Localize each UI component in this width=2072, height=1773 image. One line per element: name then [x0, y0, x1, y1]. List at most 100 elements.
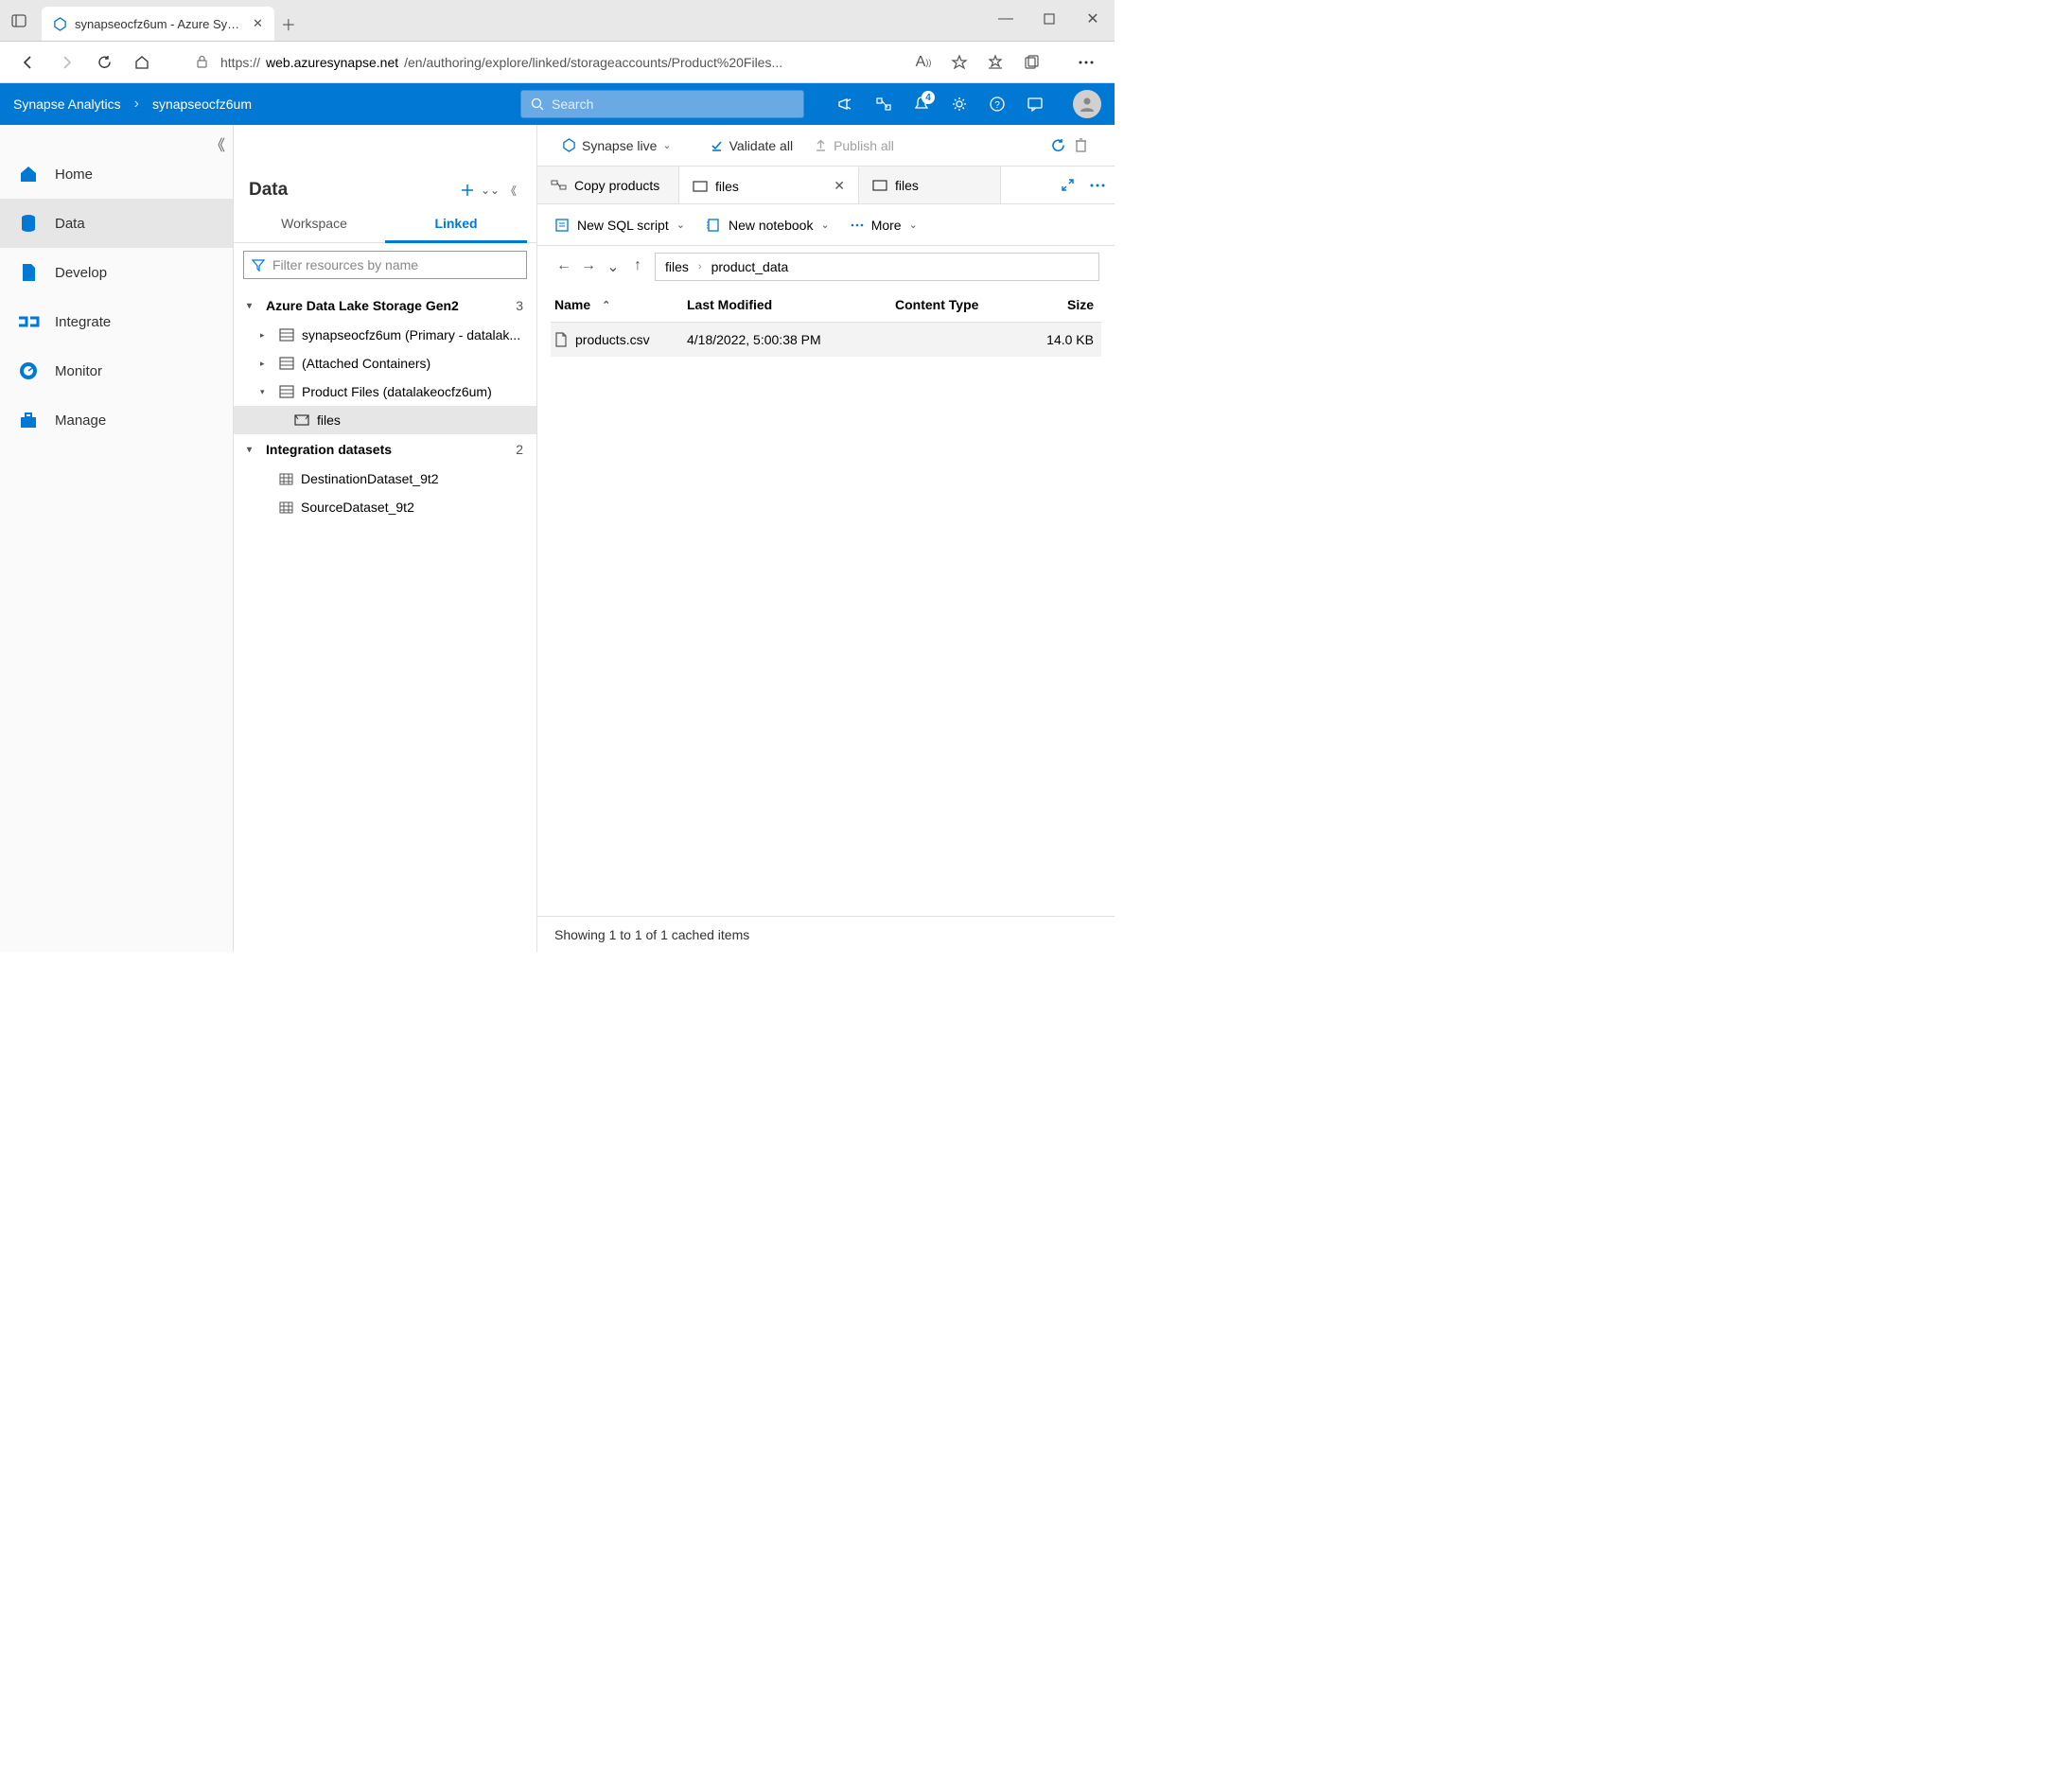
- search-field[interactable]: [552, 97, 794, 112]
- tree-node-files[interactable]: files: [234, 406, 536, 434]
- site-info-icon[interactable]: [195, 55, 209, 69]
- address-url[interactable]: https://web.azuresynapse.net/en/authorin…: [213, 55, 903, 70]
- nav-item-develop[interactable]: Develop: [0, 248, 233, 297]
- col-header-modified[interactable]: Last Modified: [687, 297, 895, 312]
- nav-label: Home: [55, 167, 93, 183]
- doc-tab-files[interactable]: files: [859, 167, 1001, 203]
- section-label: Azure Data Lake Storage Gen2: [266, 298, 459, 313]
- upload-icon: [814, 138, 828, 152]
- tree-node-dataset-source[interactable]: SourceDataset_9t2: [234, 493, 536, 521]
- synapse-icon: [562, 138, 576, 152]
- megaphone-icon[interactable]: [829, 87, 863, 121]
- search-input[interactable]: [520, 90, 804, 118]
- feedback-icon[interactable]: [1018, 87, 1052, 121]
- button-label: Publish all: [834, 138, 894, 153]
- window-close-icon[interactable]: ✕: [1071, 0, 1115, 38]
- col-header-size[interactable]: Size: [1037, 297, 1097, 312]
- button-label: New SQL script: [577, 218, 669, 233]
- delete-icon[interactable]: [1074, 137, 1088, 153]
- file-modified: 4/18/2022, 5:00:38 PM: [687, 332, 895, 347]
- new-sql-script-button[interactable]: New SQL script ⌄: [554, 218, 685, 233]
- data-panel: Data ⌄⌄ 《 Workspace Linked ▾ Azure Data …: [234, 125, 537, 952]
- browser-tab-title: synapseocfz6um - Azure Synapse: [75, 17, 245, 31]
- tab-actions-icon[interactable]: [0, 0, 38, 41]
- collapse-panel-icon[interactable]: 《: [500, 183, 521, 199]
- more-icon[interactable]: [1090, 184, 1105, 187]
- tree-node-label: synapseocfz6um (Primary - datalak...: [302, 327, 520, 342]
- path-segment[interactable]: product_data: [711, 259, 789, 274]
- user-avatar[interactable]: [1073, 90, 1101, 118]
- close-tab-icon[interactable]: ✕: [253, 16, 263, 31]
- nav-item-data[interactable]: Data: [0, 199, 233, 248]
- nav-label: Manage: [55, 413, 106, 429]
- expand-all-icon[interactable]: ⌄⌄: [480, 184, 500, 197]
- nav-back-icon[interactable]: [11, 45, 45, 79]
- breadcrumb-root[interactable]: Synapse Analytics: [13, 97, 121, 112]
- read-aloud-icon[interactable]: A)): [906, 45, 940, 79]
- refresh-icon[interactable]: [1050, 137, 1066, 153]
- col-header-type[interactable]: Content Type: [895, 297, 1037, 312]
- nav-refresh-icon[interactable]: [87, 45, 121, 79]
- storage-icon: [279, 385, 294, 398]
- nav-item-integrate[interactable]: Integrate: [0, 297, 233, 346]
- tree-node-dataset-dest[interactable]: DestinationDataset_9t2: [234, 465, 536, 493]
- filter-resources-input[interactable]: [243, 251, 527, 279]
- synapse-live-button[interactable]: Synapse live ⌄: [554, 134, 679, 157]
- favorite-star-icon[interactable]: [942, 45, 976, 79]
- doc-tab-files-active[interactable]: files ✕: [679, 167, 859, 203]
- chevron-down-icon: ⌄: [676, 219, 685, 231]
- add-resource-icon[interactable]: [455, 183, 480, 198]
- more-actions-button[interactable]: More ⌄: [851, 218, 918, 233]
- tree-node-primary[interactable]: ▸ synapseocfz6um (Primary - datalak...: [234, 321, 536, 349]
- col-header-name[interactable]: Name⌃: [554, 297, 687, 312]
- close-tab-icon[interactable]: ✕: [834, 178, 845, 194]
- crumb-forward-icon[interactable]: →: [577, 257, 600, 276]
- nav-item-manage[interactable]: Manage: [0, 395, 233, 445]
- nav-item-monitor[interactable]: Monitor: [0, 346, 233, 395]
- button-label: More: [871, 218, 902, 233]
- nav-label: Develop: [55, 265, 107, 281]
- help-icon[interactable]: ?: [980, 87, 1014, 121]
- tab-linked[interactable]: Linked: [385, 206, 527, 243]
- nav-label: Integrate: [55, 314, 111, 330]
- crumb-back-icon[interactable]: ←: [553, 257, 575, 276]
- path-box[interactable]: files › product_data: [655, 253, 1099, 281]
- nav-item-home[interactable]: Home: [0, 149, 233, 199]
- crumb-dropdown-icon[interactable]: ⌄: [602, 257, 624, 276]
- tab-workspace[interactable]: Workspace: [243, 206, 385, 242]
- crumb-up-icon[interactable]: ↑: [626, 257, 649, 276]
- pipeline-icon: [17, 310, 40, 333]
- tree-node-attached[interactable]: ▸ (Attached Containers): [234, 349, 536, 377]
- validate-all-button[interactable]: Validate all: [702, 134, 800, 157]
- tree-section-datasets[interactable]: ▾ Integration datasets 2: [234, 434, 536, 465]
- file-table: Name⌃ Last Modified Content Type Size pr…: [537, 288, 1115, 916]
- search-icon: [531, 97, 544, 111]
- left-nav: 《 Home Data Develop Integrate Monitor Ma…: [0, 125, 234, 952]
- path-segment[interactable]: files: [665, 259, 689, 274]
- expand-icon[interactable]: [1061, 178, 1075, 192]
- collapse-left-nav-icon[interactable]: 《: [210, 132, 225, 155]
- pipeline-icon[interactable]: [867, 87, 901, 121]
- window-maximize-icon[interactable]: [1027, 0, 1071, 38]
- new-notebook-button[interactable]: New notebook ⌄: [706, 218, 830, 233]
- main-area: Synapse live ⌄ Validate all Publish all: [537, 125, 1115, 952]
- nav-home-icon[interactable]: [125, 45, 159, 79]
- chevron-right-icon: ▸: [260, 330, 272, 341]
- collections-icon[interactable]: [1014, 45, 1048, 79]
- tree-section-adls[interactable]: ▾ Azure Data Lake Storage Gen2 3: [234, 290, 536, 321]
- chevron-right-icon: ▸: [260, 359, 272, 369]
- new-tab-button[interactable]: ＋: [274, 7, 303, 41]
- notification-bell-icon[interactable]: 4: [904, 87, 939, 121]
- settings-gear-icon[interactable]: [942, 87, 976, 121]
- breadcrumb-workspace[interactable]: synapseocfz6um: [152, 97, 252, 112]
- more-menu-icon[interactable]: [1069, 45, 1103, 79]
- browser-tab[interactable]: synapseocfz6um - Azure Synapse ✕: [42, 7, 274, 41]
- table-row[interactable]: products.csv 4/18/2022, 5:00:38 PM 14.0 …: [551, 323, 1101, 357]
- sql-script-icon: [554, 218, 570, 233]
- tree-node-product-files[interactable]: ▾ Product Files (datalakeocfz6um): [234, 377, 536, 406]
- favorites-bar-icon[interactable]: [978, 45, 1012, 79]
- filter-field[interactable]: [272, 257, 518, 272]
- window-minimize-icon[interactable]: —: [984, 0, 1027, 38]
- button-label: New notebook: [729, 218, 814, 233]
- doc-tab-copy-products[interactable]: Copy products: [537, 167, 679, 203]
